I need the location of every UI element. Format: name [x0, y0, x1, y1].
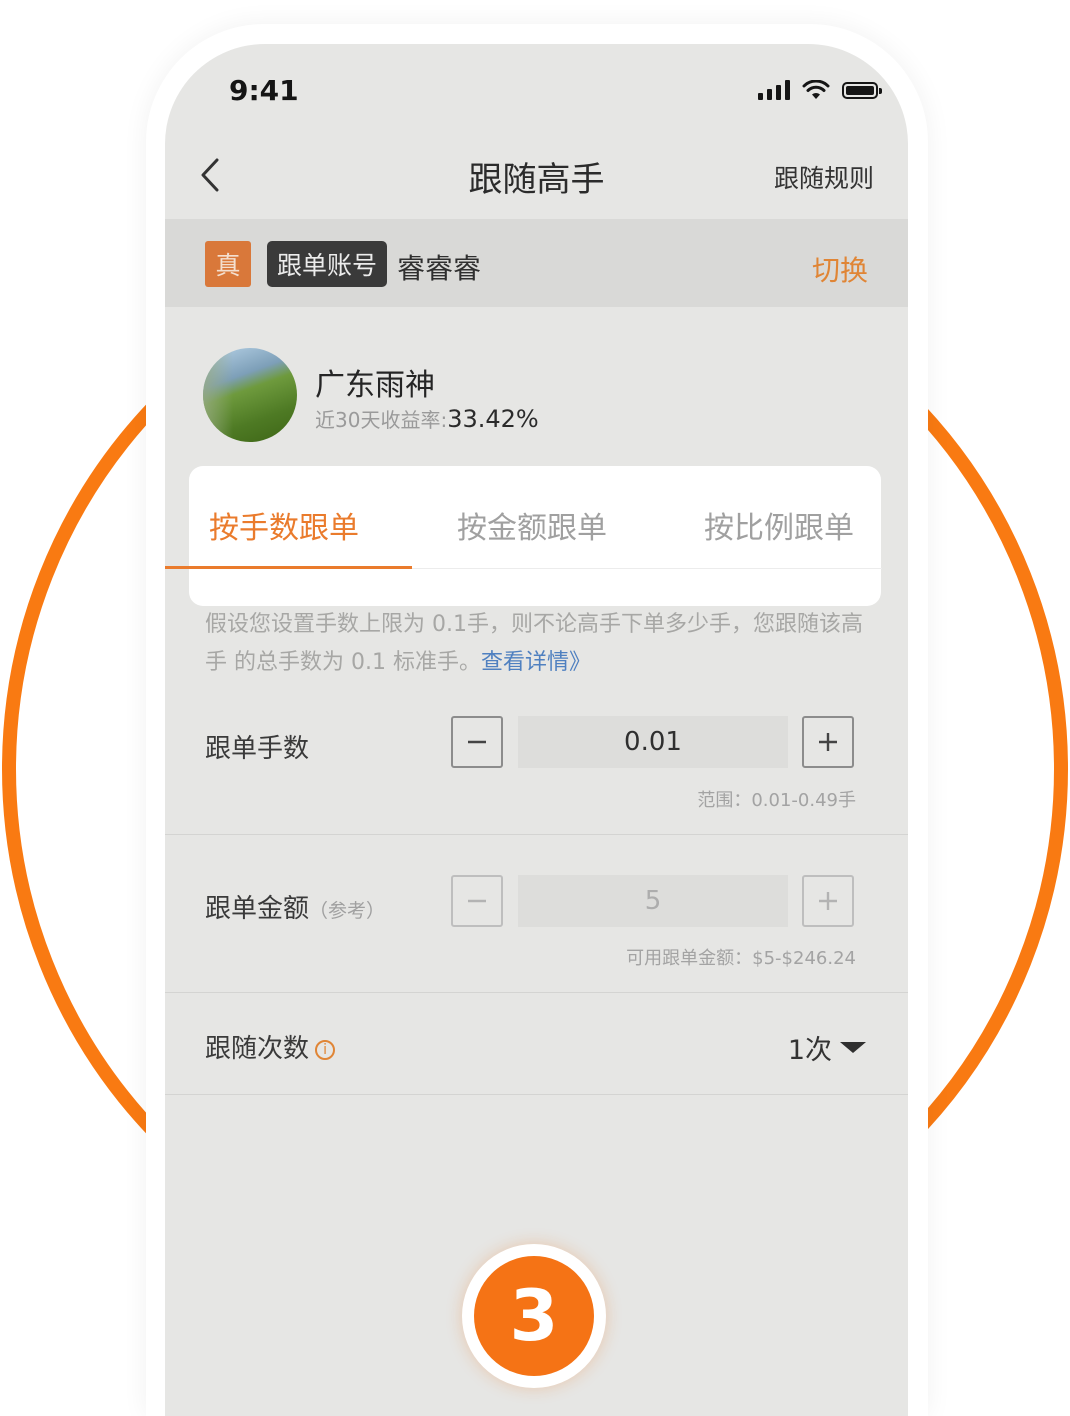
follow-mode-tabs: 按手数跟单 按金额跟单 按比例跟单	[165, 490, 908, 570]
amount-reference-note: （参考）	[309, 900, 386, 922]
battery-icon	[842, 81, 882, 99]
amount-label: 跟单金额（参考）	[205, 888, 385, 925]
step-number: 3	[474, 1256, 594, 1376]
signal-icon	[758, 80, 790, 100]
plus-icon	[819, 733, 837, 751]
caret-down-icon	[840, 1042, 866, 1053]
status-time: 9:41	[229, 74, 299, 107]
amount-range-hint: 可用跟单金额：$5-$246.24	[626, 948, 856, 969]
divider	[165, 992, 908, 993]
trader-avatar[interactable]	[203, 348, 297, 442]
wifi-icon	[802, 80, 830, 99]
minus-icon	[468, 899, 486, 903]
follow-account-tag: 跟单账号	[267, 241, 388, 287]
trader-name: 广东雨神	[315, 368, 435, 403]
mode-description: 假设您设置手数上限为 0.1手，则不论高手下单多少手，您跟随该高手 的总手数为 …	[205, 606, 865, 682]
lots-range-hint: 范围：0.01-0.49手	[697, 790, 856, 811]
status-icons	[758, 80, 882, 100]
tab-by-amount[interactable]: 按金额跟单	[457, 490, 607, 570]
divider	[165, 834, 908, 835]
amount-increment-button[interactable]	[802, 875, 854, 927]
account-name: 睿睿睿	[397, 252, 482, 285]
lots-decrement-button[interactable]	[451, 716, 503, 768]
amount-decrement-button[interactable]	[451, 875, 503, 927]
amount-input[interactable]: 5	[518, 875, 788, 927]
minus-icon	[468, 740, 486, 744]
lots-input[interactable]: 0.01	[518, 716, 788, 768]
info-icon[interactable]: i	[315, 1039, 336, 1060]
active-tab-indicator	[165, 566, 412, 569]
tab-divider	[412, 568, 882, 569]
tab-by-lots[interactable]: 按手数跟单	[209, 490, 359, 570]
account-bar: 真 跟单账号 睿睿睿 切换	[165, 219, 908, 307]
trader-return-value: 33.42%	[447, 405, 539, 433]
follow-times-label-text: 跟随次数	[205, 1034, 310, 1064]
view-details-link[interactable]: 查看详情》	[481, 650, 591, 675]
switch-account-button[interactable]: 切换	[812, 249, 868, 289]
lots-increment-button[interactable]	[802, 716, 854, 768]
amount-label-text: 跟单金额	[205, 894, 310, 924]
follow-rules-link[interactable]: 跟随规则	[774, 159, 874, 195]
tab-by-ratio[interactable]: 按比例跟单	[704, 490, 854, 570]
app-screen: 9:41 跟随高手 跟随规则 真 跟单账号 睿睿睿 切换 广东雨神 近30天收益…	[165, 44, 908, 1416]
real-account-badge: 真	[205, 241, 251, 287]
trader-return-label: 近30天收益率:	[315, 408, 448, 432]
divider	[165, 1094, 908, 1095]
follow-times-label: 跟随次数 i	[205, 1028, 336, 1065]
follow-times-value: 1次	[787, 1035, 832, 1066]
step-badge: 3	[462, 1244, 606, 1388]
follow-times-select[interactable]: 1次	[788, 1028, 866, 1067]
plus-icon	[819, 892, 837, 910]
lots-label: 跟单手数	[205, 734, 310, 764]
trader-return-stat: 近30天收益率:33.42%	[315, 404, 539, 433]
